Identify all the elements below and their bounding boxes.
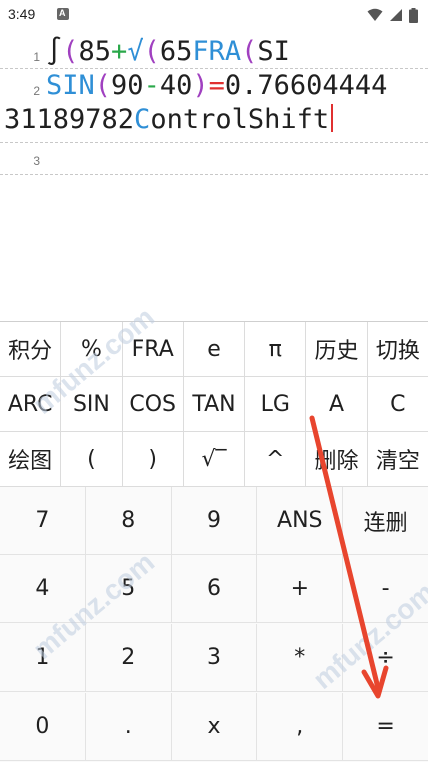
code-token: ∫	[46, 36, 63, 67]
signal-icon	[390, 9, 402, 21]
function-key[interactable]: C	[367, 377, 428, 432]
number-key[interactable]: 0	[0, 693, 86, 761]
wifi-icon	[367, 8, 383, 21]
number-key[interactable]: +	[257, 555, 344, 623]
function-key[interactable]: TAN	[183, 377, 246, 432]
function-key[interactable]: 绘图	[0, 432, 62, 487]
function-row: ARC SIN COS TAN LG A C	[0, 377, 428, 432]
function-key[interactable]: π	[245, 322, 307, 377]
line-code-continuation[interactable]: 31189782ControlShift	[4, 104, 334, 135]
function-row: 积分% FRA e π 历史 切换	[0, 322, 428, 377]
number-key[interactable]: .	[85, 693, 172, 761]
function-key[interactable]: 历史	[306, 322, 368, 377]
code-token: +	[111, 36, 128, 67]
line-divider	[0, 68, 428, 69]
line-divider	[0, 142, 428, 143]
code-token: 85	[78, 36, 112, 67]
number-key[interactable]: 9	[171, 487, 258, 555]
number-row: 0. x, =	[0, 693, 428, 761]
line-code[interactable]: ∫(85+√(65FRA(SI	[46, 36, 290, 67]
text-cursor	[331, 104, 334, 132]
number-key[interactable]: 3	[171, 624, 258, 692]
function-key[interactable]: FRA	[122, 322, 184, 377]
number-key[interactable]: 7	[0, 487, 86, 555]
line-number: 3	[33, 154, 40, 168]
function-row: 绘图() √‾ ^ 删除 清空	[0, 432, 428, 487]
number-key[interactable]: 1	[0, 624, 86, 692]
function-key[interactable]: 积分	[0, 322, 62, 377]
number-key[interactable]: 5	[85, 555, 172, 623]
code-token: 40	[159, 70, 193, 101]
function-key[interactable]: 删除	[306, 432, 368, 487]
number-key[interactable]: 6	[171, 555, 258, 623]
battery-icon	[409, 7, 418, 23]
function-key[interactable]: )	[122, 432, 184, 487]
expression-editor[interactable]: 1 ∫(85+√(65FRA(SI 2 SIN(90-40)=0.7660444…	[0, 30, 428, 320]
function-key[interactable]: A	[306, 377, 368, 432]
function-keypad: 积分% FRA e π 历史 切换 ARC SIN COS TAN LG A C 绘图() √‾ ^ 删除清…	[0, 321, 428, 488]
number-keypad: 7 8 9 ANS 连删 4 5 6 + - 1 2 3 * ÷ 0. x, =	[0, 487, 428, 762]
code-token: =	[208, 70, 225, 101]
notification-letter: A	[59, 8, 66, 18]
number-key[interactable]: 4	[0, 555, 86, 623]
line-code[interactable]: SIN(90-40)=0.76604444	[46, 70, 387, 101]
code-token: -	[143, 70, 160, 101]
number-key[interactable]: 连删	[343, 487, 428, 555]
function-key[interactable]: LG	[245, 377, 307, 432]
number-key[interactable]: x	[171, 693, 258, 761]
number-key[interactable]: 2	[85, 624, 172, 692]
code-token: ontrolShift	[150, 104, 330, 135]
code-token: (	[94, 70, 112, 101]
code-token: (	[241, 36, 258, 67]
number-key[interactable]: 8	[85, 487, 172, 555]
code-token: 31189782	[4, 104, 135, 135]
function-key[interactable]: 清空	[367, 432, 428, 487]
function-key[interactable]: ^	[245, 432, 307, 487]
number-row: 7 8 9 ANS 连删	[0, 487, 428, 555]
number-key[interactable]: ,	[257, 693, 344, 761]
code-token: (	[143, 36, 160, 67]
function-key[interactable]: SIN	[61, 377, 123, 432]
function-key[interactable]: 切换	[367, 322, 428, 377]
line-divider	[0, 174, 428, 175]
code-token: 0.76604444	[224, 70, 388, 101]
notification-icon: A	[57, 8, 69, 20]
function-key[interactable]: √‾	[183, 432, 246, 487]
function-key[interactable]: ARC	[0, 377, 62, 432]
code-token: FRA	[192, 36, 242, 67]
function-key[interactable]: %	[61, 322, 123, 377]
number-key[interactable]: *	[257, 624, 344, 692]
number-key[interactable]: -	[343, 555, 428, 623]
code-token: 90	[111, 70, 144, 101]
line-number: 2	[33, 84, 40, 98]
code-token: √	[127, 36, 144, 67]
number-row: 4 5 6 + -	[0, 555, 428, 623]
code-token: SI	[257, 36, 290, 67]
number-key[interactable]: ANS	[257, 487, 344, 555]
function-key[interactable]: COS	[122, 377, 184, 432]
status-icons	[367, 6, 418, 24]
status-bar: 3:49 A	[0, 0, 428, 30]
function-key[interactable]: e	[183, 322, 246, 377]
status-time: 3:49	[8, 6, 36, 22]
number-row: 1 2 3 * ÷	[0, 624, 428, 692]
number-key[interactable]: ÷	[343, 624, 428, 692]
code-token: SIN	[46, 70, 95, 101]
code-token: 65	[159, 36, 193, 67]
code-token: C	[134, 104, 151, 135]
number-key[interactable]: =	[343, 693, 428, 761]
function-key[interactable]: (	[61, 432, 123, 487]
code-token: )	[192, 70, 209, 101]
line-number: 1	[33, 50, 40, 64]
code-token: (	[62, 36, 79, 67]
